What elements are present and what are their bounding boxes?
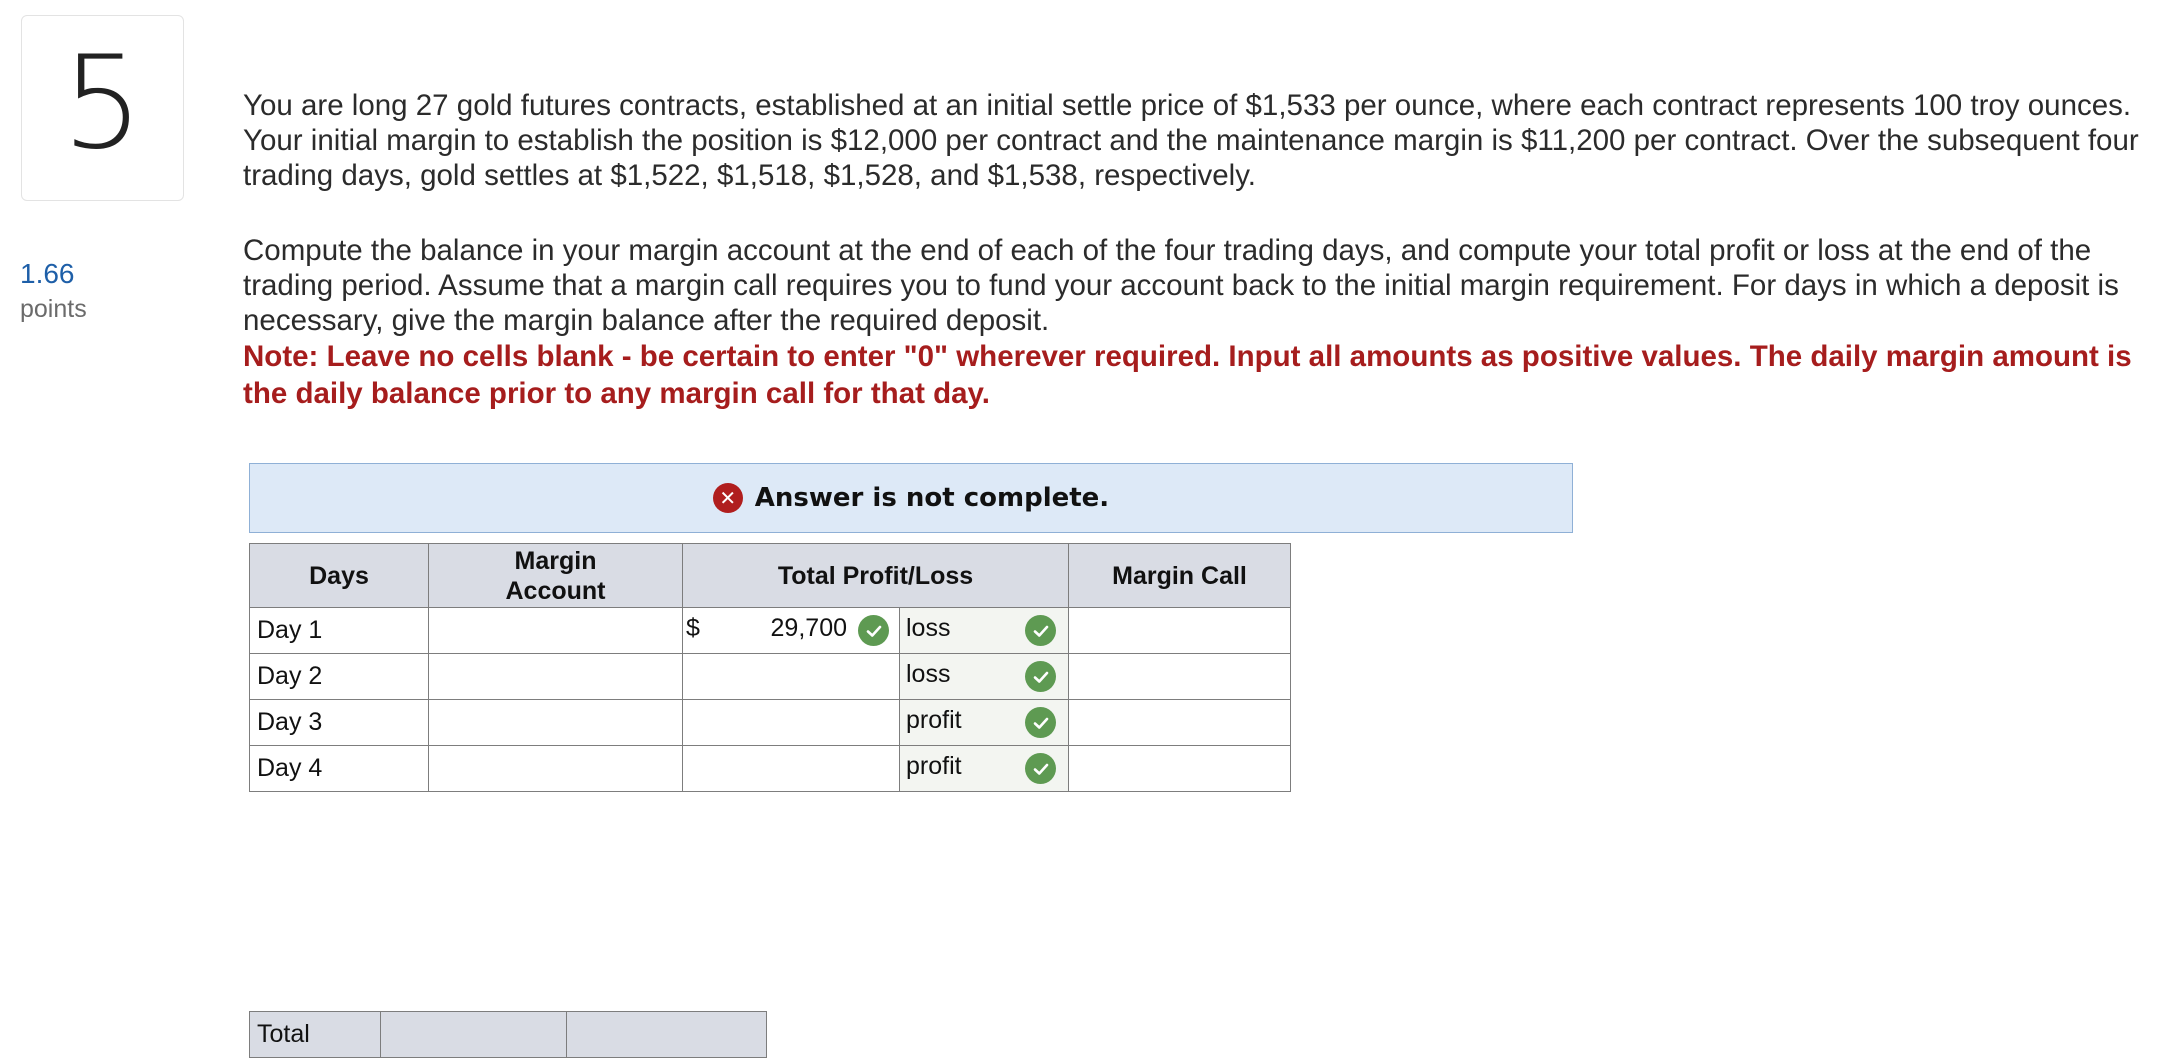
total-label: Total xyxy=(249,1011,381,1058)
margin-call-input[interactable] xyxy=(1068,699,1291,746)
check-icon xyxy=(1025,753,1056,784)
profit-loss-select-value: loss xyxy=(906,614,951,642)
margin-account-input[interactable] xyxy=(428,653,683,700)
check-icon xyxy=(1025,661,1056,692)
header-days: Days xyxy=(249,543,429,608)
table-row: Day 1 $ 29,700 loss xyxy=(249,607,1291,654)
header-margin-account: Margin Account xyxy=(428,543,683,608)
check-icon xyxy=(1025,707,1056,738)
margin-call-input[interactable] xyxy=(1068,607,1291,654)
total-row: Total xyxy=(249,1011,767,1058)
margin-account-input[interactable] xyxy=(428,745,683,792)
table-row: Day 3 profit xyxy=(249,699,1291,746)
profit-loss-input[interactable] xyxy=(682,653,900,700)
question-paragraph-1: You are long 27 gold futures contracts, … xyxy=(243,89,2139,192)
profit-loss-select[interactable]: profit xyxy=(899,745,1069,792)
check-icon xyxy=(858,615,889,646)
profit-loss-select-value: profit xyxy=(906,706,962,734)
profit-loss-select-value: profit xyxy=(906,752,962,780)
total-table: Total xyxy=(249,1011,767,1058)
question-note: Note: Leave no cells blank - be certain … xyxy=(243,340,2132,410)
x-circle-icon: ✕ xyxy=(712,483,743,513)
day-label: Day 2 xyxy=(249,653,429,700)
total-cell xyxy=(566,1011,767,1058)
answer-table: Days Margin Account Total Profit/Loss Ma… xyxy=(249,543,1291,792)
profit-loss-value: 29,700 xyxy=(770,614,847,642)
points-label: points xyxy=(20,295,87,323)
question-number: 5 xyxy=(61,29,144,178)
day-label: Day 4 xyxy=(249,745,429,792)
points-value: 1.66 xyxy=(20,258,75,289)
check-icon xyxy=(1025,615,1056,646)
margin-account-input[interactable] xyxy=(428,699,683,746)
profit-loss-select[interactable]: loss xyxy=(899,653,1069,700)
dollar-sign: $ xyxy=(686,614,700,642)
profit-loss-input[interactable] xyxy=(682,699,900,746)
table-row: Day 4 profit xyxy=(249,745,1291,792)
header-total-profit-loss: Total Profit/Loss xyxy=(682,543,1069,608)
profit-loss-select[interactable]: profit xyxy=(899,699,1069,746)
table-header-row: Days Margin Account Total Profit/Loss Ma… xyxy=(249,543,1291,608)
profit-loss-input[interactable] xyxy=(682,745,900,792)
answer-status-text: Answer is not complete. xyxy=(754,483,1110,513)
question-number-box: 5 xyxy=(21,15,184,201)
question-prompt: You are long 27 gold futures contracts, … xyxy=(243,88,2143,412)
day-label: Day 3 xyxy=(249,699,429,746)
total-cell xyxy=(380,1011,567,1058)
profit-loss-select-value: loss xyxy=(906,660,951,688)
answer-status-banner: ✕ Answer is not complete. xyxy=(249,463,1573,533)
margin-account-input[interactable] xyxy=(428,607,683,654)
question-paragraph-2: Compute the balance in your margin accou… xyxy=(243,234,2119,337)
day-label: Day 1 xyxy=(249,607,429,654)
margin-call-input[interactable] xyxy=(1068,745,1291,792)
header-margin-call: Margin Call xyxy=(1068,543,1291,608)
profit-loss-input[interactable]: $ 29,700 xyxy=(682,607,900,654)
table-row: Day 2 loss xyxy=(249,653,1291,700)
margin-call-input[interactable] xyxy=(1068,653,1291,700)
profit-loss-select[interactable]: loss xyxy=(899,607,1069,654)
